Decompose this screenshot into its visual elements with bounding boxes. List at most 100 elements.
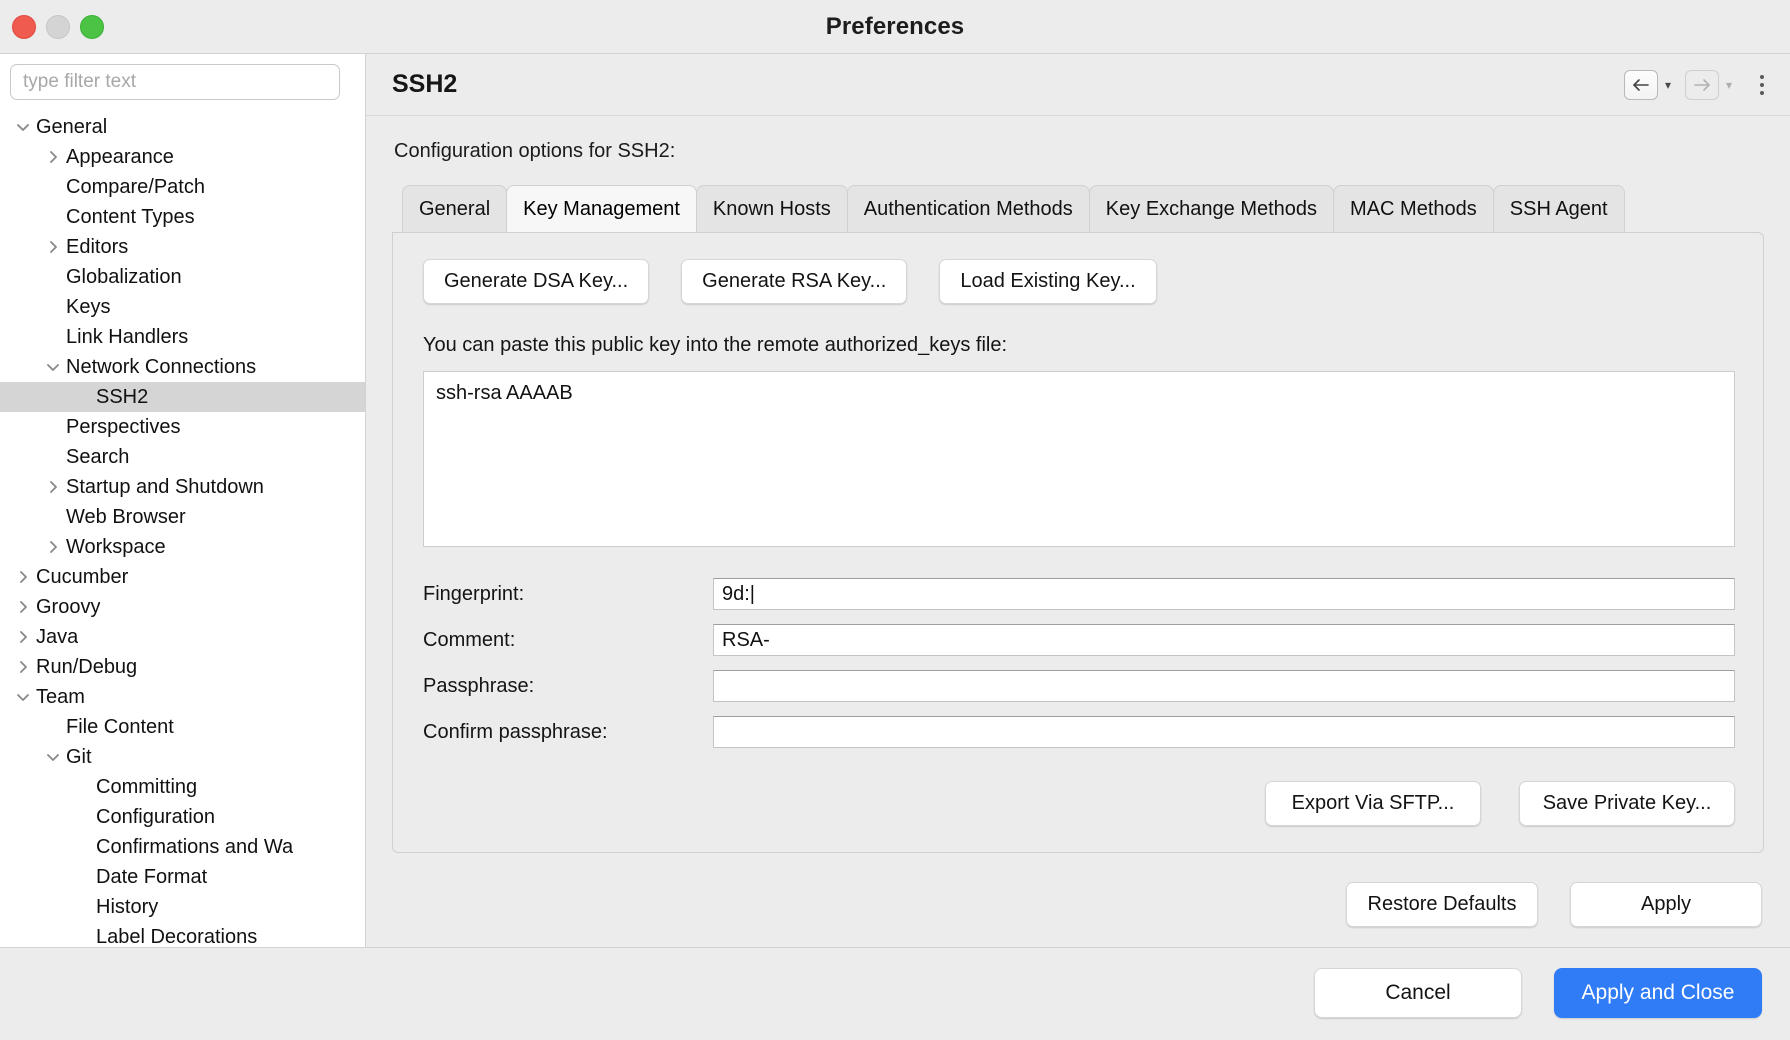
main-pane: SSH2 ▾ ▾: [366, 54, 1790, 947]
sidebar-item-label: Web Browser: [66, 506, 186, 529]
page-footer: Restore Defaults Apply: [366, 860, 1790, 947]
sidebar-item-confirmations-and-wa[interactable]: Confirmations and Wa: [0, 832, 365, 862]
sidebar-item-label-decorations[interactable]: Label Decorations: [0, 922, 365, 947]
load-existing-key-button[interactable]: Load Existing Key...: [939, 259, 1156, 304]
close-button[interactable]: [12, 15, 36, 39]
export-via-sftp-button[interactable]: Export Via SFTP...: [1265, 781, 1481, 826]
passphrase-field[interactable]: [713, 670, 1735, 702]
sidebar-item-label: Run/Debug: [36, 656, 137, 679]
chevron-right-icon[interactable]: [10, 660, 36, 674]
sidebar-item-label: Editors: [66, 236, 128, 259]
sidebar-item-label: Compare/Patch: [66, 176, 205, 199]
chevron-right-icon[interactable]: [40, 540, 66, 554]
apply-button[interactable]: Apply: [1570, 882, 1762, 927]
filter-container: [0, 54, 365, 112]
sidebar-item-appearance[interactable]: Appearance: [0, 142, 365, 172]
confirm-passphrase-label: Confirm passphrase:: [423, 721, 713, 744]
sidebar-item-keys[interactable]: Keys: [0, 292, 365, 322]
sidebar-item-web-browser[interactable]: Web Browser: [0, 502, 365, 532]
sidebar-item-date-format[interactable]: Date Format: [0, 862, 365, 892]
form-row: Passphrase:: [423, 663, 1735, 709]
sidebar-item-content-types[interactable]: Content Types: [0, 202, 365, 232]
sidebar-item-configuration[interactable]: Configuration: [0, 802, 365, 832]
sidebar-item-globalization[interactable]: Globalization: [0, 262, 365, 292]
chevron-right-icon[interactable]: [40, 150, 66, 164]
back-dropdown-caret[interactable]: ▾: [1665, 78, 1671, 92]
restore-defaults-button[interactable]: Restore Defaults: [1346, 882, 1538, 927]
dialog-footer: Cancel Apply and Close: [0, 947, 1790, 1040]
save-private-key-button[interactable]: Save Private Key...: [1519, 781, 1735, 826]
chevron-right-icon[interactable]: [40, 480, 66, 494]
forward-arrow-icon[interactable]: [1685, 70, 1719, 100]
preferences-window: Preferences GeneralAppearanceCompare/Pat…: [0, 0, 1790, 1040]
sidebar-item-cucumber[interactable]: Cucumber: [0, 562, 365, 592]
key-action-buttons: Generate DSA Key... Generate RSA Key... Lo…: [423, 259, 1735, 304]
sidebar-item-workspace[interactable]: Workspace: [0, 532, 365, 562]
chevron-down-icon[interactable]: [40, 752, 66, 763]
sidebar-item-perspectives[interactable]: Perspectives: [0, 412, 365, 442]
chevron-down-icon[interactable]: [40, 362, 66, 373]
sidebar-item-general[interactable]: General: [0, 112, 365, 142]
sidebar-item-git[interactable]: Git: [0, 742, 365, 772]
form-row: Confirm passphrase:: [423, 709, 1735, 755]
apply-and-close-button[interactable]: Apply and Close: [1554, 968, 1762, 1018]
sidebar-item-network-connections[interactable]: Network Connections: [0, 352, 365, 382]
comment-label: Comment:: [423, 629, 713, 652]
fingerprint-field[interactable]: 9d:|: [713, 578, 1735, 610]
forward-dropdown-caret[interactable]: ▾: [1726, 78, 1732, 92]
sidebar-item-link-handlers[interactable]: Link Handlers: [0, 322, 365, 352]
generate-dsa-key-button[interactable]: Generate DSA Key...: [423, 259, 649, 304]
sidebar-item-label: Configuration: [96, 806, 215, 829]
dialog-body: GeneralAppearanceCompare/PatchContent Ty…: [0, 54, 1790, 947]
sidebar-item-compare-patch[interactable]: Compare/Patch: [0, 172, 365, 202]
sidebar-item-search[interactable]: Search: [0, 442, 365, 472]
comment-field[interactable]: RSA-: [713, 624, 1735, 656]
sidebar-item-label: Startup and Shutdown: [66, 476, 264, 499]
minimize-button[interactable]: [46, 15, 70, 39]
tab-key-management[interactable]: Key Management: [506, 185, 697, 232]
tab-key-exchange-methods[interactable]: Key Exchange Methods: [1089, 185, 1334, 232]
sidebar-item-file-content[interactable]: File Content: [0, 712, 365, 742]
sidebar-item-groovy[interactable]: Groovy: [0, 592, 365, 622]
chevron-right-icon[interactable]: [40, 240, 66, 254]
back-arrow-icon[interactable]: [1624, 70, 1658, 100]
search-input[interactable]: [10, 64, 340, 100]
form-row: Fingerprint:9d:|: [423, 571, 1735, 617]
ssh2-tabbar[interactable]: GeneralKey ManagementKnown HostsAuthenti…: [392, 185, 1764, 232]
window-title: Preferences: [826, 13, 965, 41]
tab-ssh-agent[interactable]: SSH Agent: [1493, 185, 1625, 232]
confirm-passphrase-field[interactable]: [713, 716, 1735, 748]
tab-known-hosts[interactable]: Known Hosts: [696, 185, 848, 232]
sidebar-item-editors[interactable]: Editors: [0, 232, 365, 262]
chevron-right-icon[interactable]: [10, 600, 36, 614]
zoom-button[interactable]: [80, 15, 104, 39]
sidebar-item-label: Network Connections: [66, 356, 256, 379]
sidebar-item-java[interactable]: Java: [0, 622, 365, 652]
public-key-textarea[interactable]: ssh-rsa AAAAB: [423, 371, 1735, 547]
sidebar-item-run-debug[interactable]: Run/Debug: [0, 652, 365, 682]
fingerprint-label: Fingerprint:: [423, 583, 713, 606]
page-content: Configuration options for SSH2: GeneralK…: [366, 116, 1790, 860]
sidebar-item-label: Search: [66, 446, 129, 469]
tab-authentication-methods[interactable]: Authentication Methods: [847, 185, 1090, 232]
tab-general[interactable]: General: [402, 185, 507, 232]
chevron-down-icon[interactable]: [10, 122, 36, 133]
chevron-down-icon[interactable]: [10, 692, 36, 703]
generate-rsa-key-button[interactable]: Generate RSA Key...: [681, 259, 907, 304]
tab-mac-methods[interactable]: MAC Methods: [1333, 185, 1494, 232]
preferences-tree[interactable]: GeneralAppearance Compare/Patch Content Ty…: [0, 112, 365, 947]
sidebar-item-label: History: [96, 896, 158, 919]
sidebar-item-committing[interactable]: Committing: [0, 772, 365, 802]
chevron-right-icon[interactable]: [10, 570, 36, 584]
chevron-right-icon[interactable]: [10, 630, 36, 644]
sidebar-item-label: Workspace: [66, 536, 166, 559]
sidebar-item-label: Globalization: [66, 266, 182, 289]
cancel-button[interactable]: Cancel: [1314, 968, 1522, 1018]
sidebar-item-history[interactable]: History: [0, 892, 365, 922]
sidebar-item-startup-and-shutdown[interactable]: Startup and Shutdown: [0, 472, 365, 502]
page-header: SSH2 ▾ ▾: [366, 54, 1790, 116]
sidebar-item-team[interactable]: Team: [0, 682, 365, 712]
sidebar-item-label: Groovy: [36, 596, 100, 619]
sidebar-item-ssh2[interactable]: SSH2: [0, 382, 365, 412]
kebab-menu-icon[interactable]: [1756, 71, 1768, 99]
